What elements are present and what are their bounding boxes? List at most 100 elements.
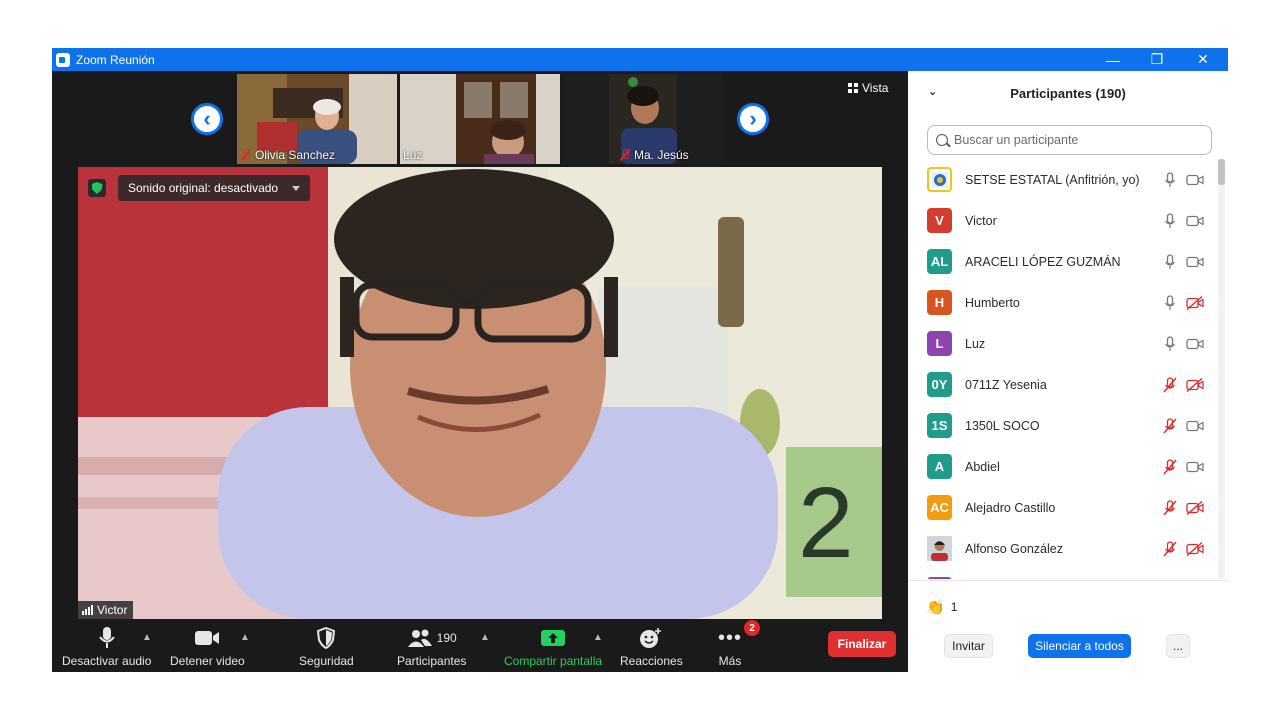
avatar: AL — [927, 249, 952, 274]
avatar: H — [927, 290, 952, 315]
participant-row[interactable]: H Humberto — [908, 282, 1218, 323]
panel-more-button[interactable]: ... — [1166, 634, 1190, 658]
mic-muted-icon — [240, 149, 252, 161]
video-camera-icon — [195, 631, 220, 645]
participant-row[interactable]: AC Alejadro Castillo — [908, 487, 1218, 528]
more-button[interactable]: ••• Más — [718, 626, 743, 669]
chevron-right-icon: › — [749, 106, 757, 131]
participant-row[interactable]: V Victor — [908, 200, 1218, 241]
mute-audio-button[interactable]: Desactivar audio — [62, 626, 151, 668]
title-bar: Zoom Reunión — ❐ ✕ — [52, 48, 1228, 71]
speaker-video-image: 2 — [78, 167, 882, 619]
view-button[interactable]: Vista — [848, 81, 888, 95]
end-meeting-button[interactable]: Finalizar — [828, 631, 896, 657]
video-thumbnail[interactable]: Olivia Sanchez — [237, 74, 397, 164]
avatar: L — [927, 331, 952, 356]
avatar: V — [927, 208, 952, 233]
microphone-icon — [1161, 335, 1179, 353]
participant-name: ARACELI LÓPEZ GUZMÁN — [965, 254, 1121, 269]
video-camera-icon — [1186, 417, 1204, 435]
video-camera-icon — [1186, 253, 1204, 271]
video-camera-icon — [1186, 171, 1204, 189]
search-icon — [936, 134, 948, 146]
participant-name: Alejadro Castillo — [965, 500, 1056, 515]
video-options-chevron[interactable]: ▲ — [240, 632, 250, 643]
main-speaker-video: 2 Sonido original: desactivado Victor — [78, 167, 882, 619]
participant-row[interactable]: A Abdiel — [908, 446, 1218, 487]
restore-button[interactable]: ❐ — [1134, 48, 1180, 71]
reaction-summary: 👏 1 — [926, 599, 958, 616]
thumbnail-name: Olivia Sanchez — [240, 148, 335, 162]
participants-count: 190 — [436, 631, 457, 645]
microphone-icon — [1161, 253, 1179, 271]
stop-video-button[interactable]: Detener video — [170, 626, 245, 668]
avatar: A — [927, 454, 952, 479]
invite-button[interactable]: Invitar — [944, 634, 993, 658]
participant-name: 0711Z Yesenia — [965, 377, 1047, 392]
shield-icon — [317, 627, 336, 649]
signal-strength-icon — [82, 605, 93, 615]
microphone-icon — [1161, 171, 1179, 189]
security-button[interactable]: Seguridad — [299, 626, 354, 668]
mic-muted-icon — [1161, 417, 1179, 435]
audio-options-chevron[interactable]: ▲ — [142, 632, 152, 643]
avatar — [927, 167, 952, 192]
participant-row[interactable]: SETSE ESTATAL (Anfitrión, yo) — [908, 159, 1218, 200]
organization-logo-icon — [931, 171, 948, 188]
avatar: 0Y — [927, 372, 952, 397]
minimize-button[interactable]: — — [1090, 48, 1136, 71]
thumbnail-name: Ma. Jesús — [619, 148, 689, 162]
participant-video-image — [400, 74, 560, 164]
profile-photo — [927, 536, 952, 561]
notification-badge: 2 — [744, 620, 760, 636]
share-screen-button[interactable]: Compartir pantalla — [504, 626, 602, 668]
next-page-button[interactable]: › — [737, 103, 769, 135]
panel-header: ⌄ Participantes (190) — [908, 71, 1228, 115]
participants-button[interactable]: 190 Participantes — [397, 626, 466, 668]
participant-search-input[interactable] — [954, 133, 1194, 147]
caret-down-icon — [292, 185, 301, 191]
svg-text:2: 2 — [798, 467, 854, 579]
avatar: 1S — [927, 413, 952, 438]
participant-row[interactable]: L Luz — [908, 323, 1218, 364]
participant-name: SETSE ESTATAL (Anfitrión, yo) — [965, 172, 1140, 187]
avatar: AC — [927, 495, 952, 520]
mic-muted-icon — [1161, 540, 1179, 558]
video-off-icon — [1186, 376, 1204, 394]
window-title: Zoom Reunión — [76, 52, 155, 67]
participant-row[interactable]: AL ARACELI LÓPEZ GUZMÁN — [908, 241, 1218, 282]
participant-name: 1350L SOCO — [965, 418, 1040, 433]
participant-row[interactable]: 1S 1350L SOCO — [908, 405, 1218, 446]
meeting-area: ‹ Olivia Sanchez Luz Ma. Jesús › Vista 2… — [52, 71, 908, 672]
encryption-shield-icon[interactable] — [88, 179, 106, 197]
more-dots-icon: ••• — [718, 626, 743, 649]
mic-muted-icon — [1161, 458, 1179, 476]
mic-muted-icon — [1161, 376, 1179, 394]
thumbnail-name: Luz — [403, 148, 423, 162]
participant-name: Humberto — [965, 295, 1020, 310]
previous-page-button[interactable]: ‹ — [191, 103, 223, 135]
mic-muted-icon — [619, 149, 631, 161]
participants-icon — [407, 629, 432, 647]
reaction-smiley-icon — [640, 628, 662, 648]
zoom-app-icon — [56, 52, 70, 67]
video-thumbnail[interactable]: Ma. Jesús — [563, 74, 723, 164]
divider — [908, 580, 1228, 581]
video-thumbnail[interactable]: Luz — [400, 74, 560, 164]
video-camera-icon — [1186, 212, 1204, 230]
chevron-down-icon[interactable]: ⌄ — [928, 85, 937, 98]
participants-options-chevron[interactable]: ▲ — [480, 632, 490, 643]
thumbnail-strip: ‹ Olivia Sanchez Luz Ma. Jesús › Vista — [52, 71, 908, 167]
microphone-icon — [1161, 212, 1179, 230]
participant-row[interactable]: 0Y 0711Z Yesenia — [908, 364, 1218, 405]
participant-name: Alfonso González — [965, 541, 1063, 556]
mic-muted-icon — [1161, 499, 1179, 517]
share-options-chevron[interactable]: ▲ — [593, 632, 603, 643]
chevron-left-icon: ‹ — [203, 106, 211, 131]
close-button[interactable]: ✕ — [1180, 48, 1226, 71]
mute-all-button[interactable]: Silenciar a todos — [1028, 634, 1131, 658]
original-sound-toggle[interactable]: Sonido original: desactivado — [118, 175, 311, 201]
participant-list-scrollbar[interactable] — [1218, 159, 1225, 579]
participant-row[interactable]: Alfonso González — [908, 528, 1218, 569]
reactions-button[interactable]: Reacciones — [620, 626, 683, 668]
